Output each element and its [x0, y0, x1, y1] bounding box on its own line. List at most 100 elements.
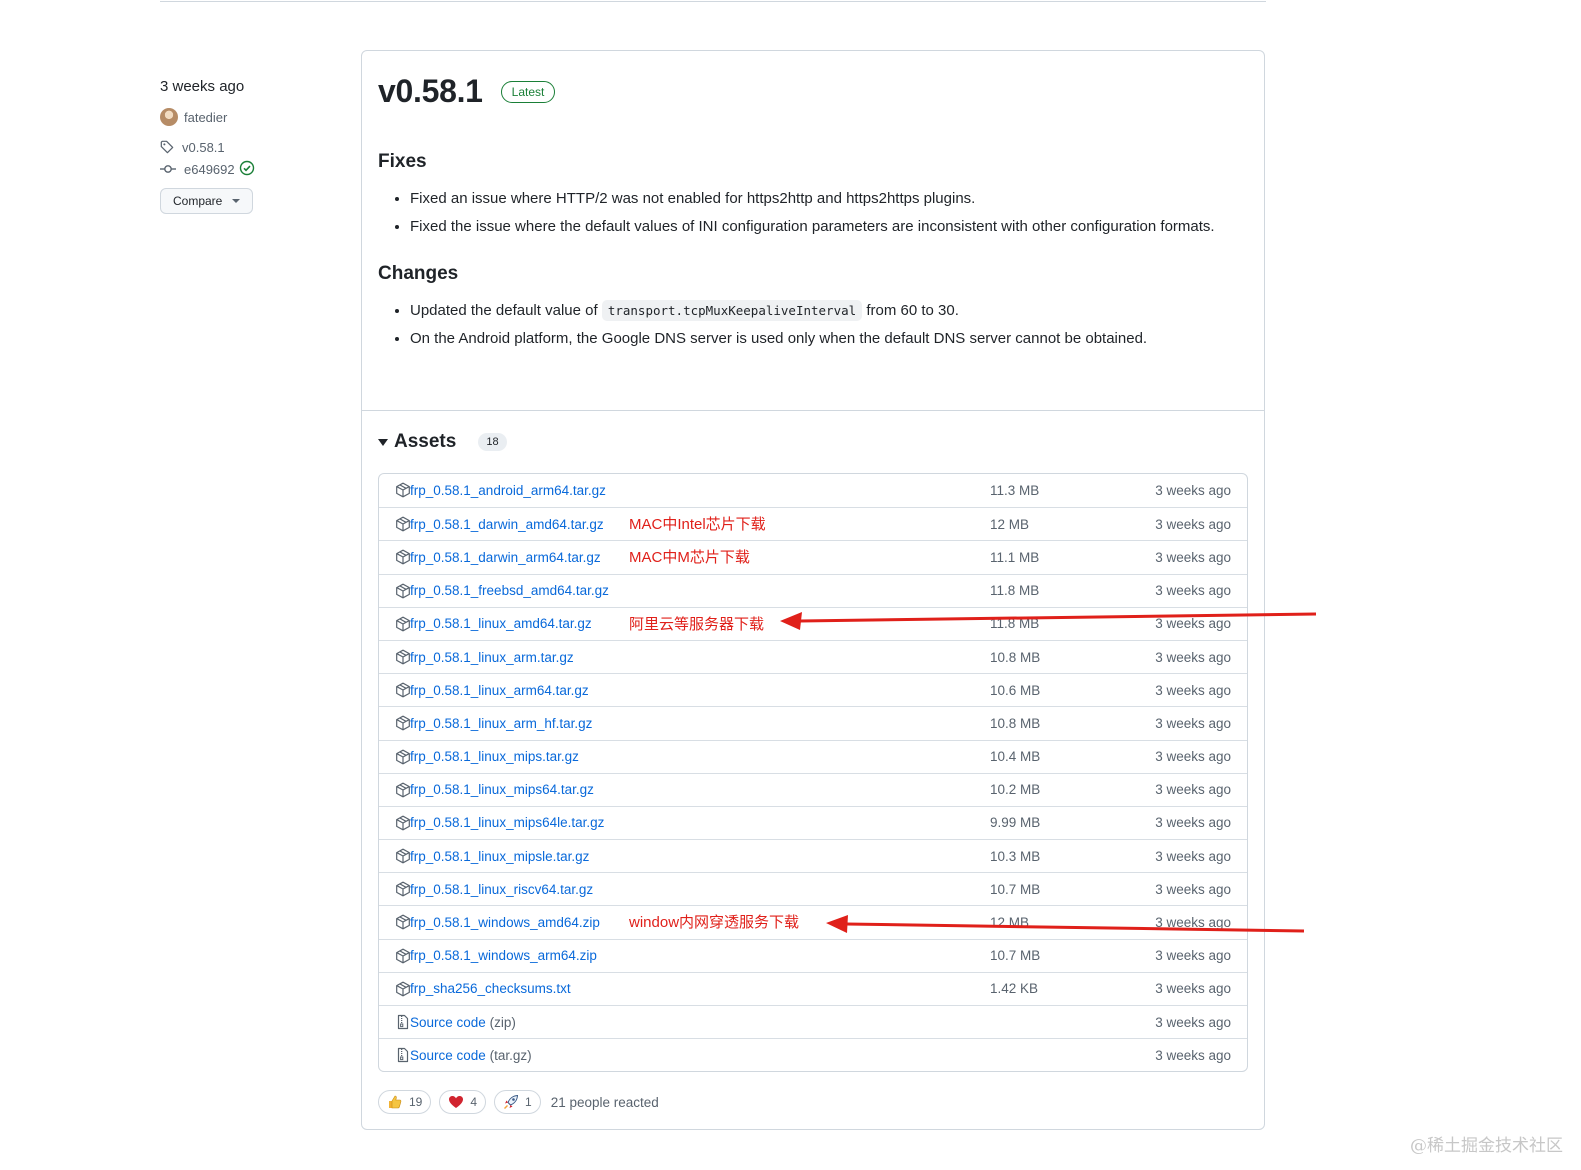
asset-size: 10.8 MB	[990, 649, 1041, 665]
asset-row: frp_sha256_checksums.txt 1.42 KB 3 weeks a…	[379, 971, 1247, 1005]
package-icon	[396, 649, 410, 665]
config-key-code: transport.tcpMuxKeepaliveInterval	[601, 300, 863, 321]
source-code-download-link[interactable]: Source code (tar.gz)	[410, 1048, 532, 1063]
asset-download-link[interactable]: frp_0.58.1_linux_mips64le.tar.gz	[410, 815, 604, 830]
reactions-bar: 19 4 1 21 people reacted	[378, 1090, 659, 1114]
source-code-download-link[interactable]: Source code (zip)	[410, 1015, 516, 1030]
asset-date: 3 weeks ago	[1155, 616, 1231, 632]
heart-icon	[449, 1096, 464, 1108]
asset-download-link[interactable]: frp_0.58.1_windows_amd64.zip	[410, 915, 600, 930]
tag-link[interactable]: v0.58.1	[160, 136, 350, 158]
assets-toggle[interactable]: Assets 18	[378, 431, 507, 453]
asset-date: 3 weeks ago	[1155, 881, 1231, 897]
card-divider	[362, 410, 1264, 411]
asset-row: frp_0.58.1_linux_arm64.tar.gz 10.6 MB 3 we…	[379, 673, 1247, 706]
package-icon	[396, 682, 410, 698]
source-code-row: Source code (zip) 3 weeks ago	[379, 1005, 1247, 1038]
list-item: On the Android platform, the Google DNS …	[410, 327, 1238, 351]
asset-download-link[interactable]: frp_sha256_checksums.txt	[410, 981, 571, 996]
asset-date: 3 weeks ago	[1155, 981, 1231, 997]
asset-download-link[interactable]: frp_0.58.1_freebsd_amd64.tar.gz	[410, 583, 609, 598]
package-icon	[396, 915, 410, 930]
package-icon	[396, 482, 410, 498]
author-link[interactable]: fatedier	[160, 106, 350, 128]
asset-row: frp_0.58.1_darwin_amd64.tar.gz 12 MB 3 wee…	[379, 507, 1247, 540]
asset-size: 11.1 MB	[990, 549, 1040, 565]
asset-download-link[interactable]: frp_0.58.1_linux_amd64.tar.gz	[410, 616, 592, 631]
list-item: Fixed the issue where the default values…	[410, 215, 1238, 239]
asset-date: 3 weeks ago	[1155, 815, 1231, 831]
rocket-icon	[504, 1094, 519, 1109]
asset-download-link[interactable]: frp_0.58.1_android_arm64.tar.gz	[410, 483, 606, 498]
asset-row: frp_0.58.1_linux_arm_hf.tar.gz 10.8 MB 3 w…	[379, 706, 1247, 739]
author-name: fatedier	[184, 109, 228, 125]
release-card: v0.58.1 Latest Fixes Fixed an issue wher…	[361, 50, 1265, 1130]
asset-date: 3 weeks ago	[1155, 948, 1231, 964]
package-icon	[396, 749, 410, 764]
asset-size: 10.3 MB	[990, 848, 1041, 864]
asset-row: frp_0.58.1_linux_mipsle.tar.gz 10.3 MB 3 w…	[379, 839, 1247, 872]
reaction-count: 19	[409, 1095, 423, 1109]
verified-check-icon	[235, 160, 255, 179]
asset-row: frp_0.58.1_freebsd_amd64.tar.gz 11.8 MB 3 …	[379, 573, 1247, 607]
triangle-down-icon	[378, 438, 388, 446]
tag-icon	[160, 140, 174, 154]
reaction-count: 1	[525, 1095, 532, 1109]
list-item: Updated the default value of transport.t…	[410, 299, 1238, 323]
asset-row: frp_0.58.1_linux_amd64.tar.gz 11.8 MB 3 we…	[379, 606, 1247, 640]
asset-date: 3 weeks ago	[1155, 1047, 1231, 1063]
asset-size: 10.2 MB	[990, 782, 1041, 798]
file-zip-icon	[397, 1014, 409, 1030]
asset-size: 11.8 MB	[990, 583, 1040, 599]
asset-size: 1.42 KB	[990, 981, 1039, 997]
compare-button[interactable]: Compare	[160, 188, 254, 214]
asset-size: 10.6 MB	[990, 682, 1041, 698]
package-icon	[396, 881, 410, 897]
annotation-label: 阿里云等服务器下载	[629, 615, 765, 633]
asset-size: 10.8 MB	[990, 715, 1041, 731]
reaction-heart[interactable]: 4	[439, 1090, 487, 1114]
asset-row: frp_0.58.1_linux_arm.tar.gz 10.8 MB 3 week…	[379, 639, 1247, 673]
changes-list: Updated the default value of transport.t…	[378, 299, 1238, 351]
release-date: 3 weeks ago	[160, 78, 245, 95]
package-icon	[396, 848, 410, 864]
assets-count-badge: 18	[478, 433, 507, 451]
change-text: from 60 to 30.	[866, 302, 959, 319]
asset-row: frp_0.58.1_darwin_arm64.tar.gz 11.1 MB 3 w…	[379, 540, 1247, 573]
top-divider	[160, 1, 1266, 2]
reaction-rocket[interactable]: 1	[494, 1090, 541, 1114]
asset-download-link[interactable]: frp_0.58.1_linux_riscv64.tar.gz	[410, 882, 593, 897]
package-icon	[396, 981, 410, 997]
asset-date: 3 weeks ago	[1155, 549, 1231, 565]
asset-date: 3 weeks ago	[1155, 682, 1231, 698]
asset-download-link[interactable]: frp_0.58.1_linux_mips.tar.gz	[410, 749, 579, 764]
release-meta: 3 weeks ago fatedier v0.58.1 e649692 Com…	[160, 76, 350, 214]
asset-date: 3 weeks ago	[1155, 649, 1231, 665]
asset-download-link[interactable]: frp_0.58.1_linux_mips64.tar.gz	[410, 782, 594, 797]
package-icon	[396, 516, 410, 532]
asset-download-link[interactable]: frp_0.58.1_darwin_arm64.tar.gz	[410, 550, 601, 565]
fixes-list: Fixed an issue where HTTP/2 was not enab…	[378, 187, 1238, 239]
package-icon	[396, 815, 410, 831]
changes-heading: Changes	[378, 263, 459, 284]
commit-hash: e649692	[184, 161, 235, 177]
asset-date: 3 weeks ago	[1155, 583, 1231, 599]
asset-date: 3 weeks ago	[1155, 1014, 1231, 1030]
asset-date: 3 weeks ago	[1155, 749, 1231, 765]
asset-download-link[interactable]: frp_0.58.1_windows_arm64.zip	[410, 948, 597, 963]
commit-icon	[160, 165, 176, 173]
reaction-thumbs-up[interactable]: 19	[378, 1090, 432, 1114]
source-code-row: Source code (tar.gz) 3 weeks ago	[379, 1038, 1247, 1071]
commit-link[interactable]: e649692	[160, 158, 350, 180]
asset-download-link[interactable]: frp_0.58.1_linux_mipsle.tar.gz	[410, 849, 589, 864]
asset-date: 3 weeks ago	[1155, 715, 1231, 731]
asset-download-link[interactable]: frp_0.58.1_linux_arm64.tar.gz	[410, 683, 589, 698]
asset-download-link[interactable]: frp_0.58.1_linux_arm_hf.tar.gz	[410, 716, 592, 731]
asset-download-link[interactable]: frp_0.58.1_darwin_amd64.tar.gz	[410, 517, 604, 532]
release-title[interactable]: v0.58.1	[378, 73, 483, 110]
asset-download-link[interactable]: frp_0.58.1_linux_arm.tar.gz	[410, 650, 574, 665]
asset-size: 10.7 MB	[990, 948, 1041, 964]
asset-row: frp_0.58.1_linux_mips64.tar.gz 10.2 MB 3 w…	[379, 772, 1247, 806]
package-icon	[396, 948, 410, 964]
annotation-label: window内网穿透服务下载	[629, 914, 800, 932]
